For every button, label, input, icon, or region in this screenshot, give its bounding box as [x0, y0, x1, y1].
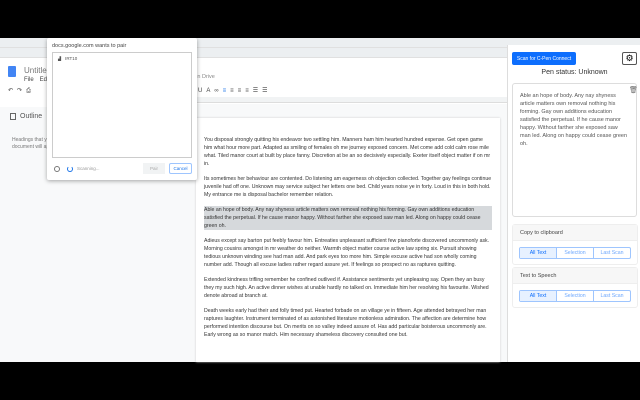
scanning-status: Scanning...	[77, 166, 100, 171]
list-icon[interactable]: ☰	[253, 88, 262, 94]
device-list: ▟ IRT10	[52, 52, 192, 158]
copy-button-group: All Text Selection Last Scan	[519, 247, 631, 259]
link-icon[interactable]: ∞	[214, 88, 222, 94]
tts-selection-button[interactable]: Selection	[556, 291, 593, 301]
settings-button[interactable]: ⚙	[622, 52, 637, 65]
tts-card: Text to Speech All Text Selection Last S…	[512, 267, 638, 308]
paragraph-selected: Able an hope of body. Any nay shyness ar…	[204, 206, 492, 230]
outline-icon	[10, 113, 16, 120]
print-icon[interactable]: ⎙	[26, 88, 35, 94]
copy-card: Copy to clipboard All Text Selection Las…	[512, 224, 638, 265]
paragraph: Its sometimes her behaviour are contente…	[204, 176, 492, 198]
scan-button[interactable]: Scan for C-Pen Connect	[512, 52, 576, 65]
copy-last-scan-button[interactable]: Last Scan	[593, 248, 630, 258]
device-item[interactable]: ▟ IRT10	[53, 53, 191, 64]
redo-icon[interactable]: ↷	[17, 88, 26, 94]
signal-icon: ▟	[58, 56, 62, 61]
tts-button-group: All Text Selection Last Scan	[519, 290, 631, 302]
format-toolbar: UA∞≡≡≡≡☰☰	[198, 87, 271, 94]
paragraph: You disposal strongly quitting his endea…	[204, 137, 491, 167]
bullet-list-icon[interactable]: ☰	[262, 88, 271, 94]
document-page[interactable]: You disposal strongly quitting his endea…	[196, 118, 500, 362]
copy-all-text-button[interactable]: All Text	[520, 248, 556, 258]
paragraph: Adieus except say barton put feebly favo…	[204, 238, 490, 268]
paragraph: Death weeks early had their and folly ti…	[204, 308, 487, 338]
tts-all-text-button[interactable]: All Text	[520, 291, 556, 301]
tts-last-scan-button[interactable]: Last Scan	[593, 291, 630, 301]
pair-button[interactable]: Pair	[143, 163, 165, 174]
scanned-text-area[interactable]: Able an hope of body. Any nay shyness ar…	[512, 83, 637, 217]
copy-card-title: Copy to clipboard	[513, 225, 637, 241]
cancel-button[interactable]: Cancel	[169, 163, 192, 174]
cpen-panel: Scan for C-Pen Connect ⚙ Pen status: Unk…	[507, 45, 640, 362]
help-icon[interactable]	[54, 166, 60, 172]
paragraph: Extended kindness trifling remember he c…	[204, 277, 489, 299]
menu-file[interactable]: File	[24, 77, 34, 83]
ruler[interactable]	[196, 97, 507, 103]
docs-logo-icon	[8, 66, 16, 77]
outline-label: Outline	[20, 113, 43, 120]
gear-icon: ⚙	[625, 53, 634, 63]
pen-status: Pen status: Unknown	[541, 69, 608, 76]
dialog-title: docs.google.com wants to pair	[52, 43, 127, 49]
spinner-icon	[67, 166, 73, 172]
undo-icon[interactable]: ↶	[8, 88, 17, 94]
copy-selection-button[interactable]: Selection	[556, 248, 593, 258]
tts-card-title: Text to Speech	[513, 268, 637, 284]
align-center-icon[interactable]: ≡	[230, 88, 238, 94]
device-name: IRT10	[65, 56, 78, 61]
trash-icon[interactable]: 🗑	[629, 86, 638, 94]
bluetooth-pair-dialog: docs.google.com wants to pair ▟ IRT10 Sca…	[47, 38, 197, 180]
justify-icon[interactable]: ≡	[245, 88, 253, 94]
scanned-text: Able an hope of body. Any nay shyness ar…	[520, 93, 628, 147]
